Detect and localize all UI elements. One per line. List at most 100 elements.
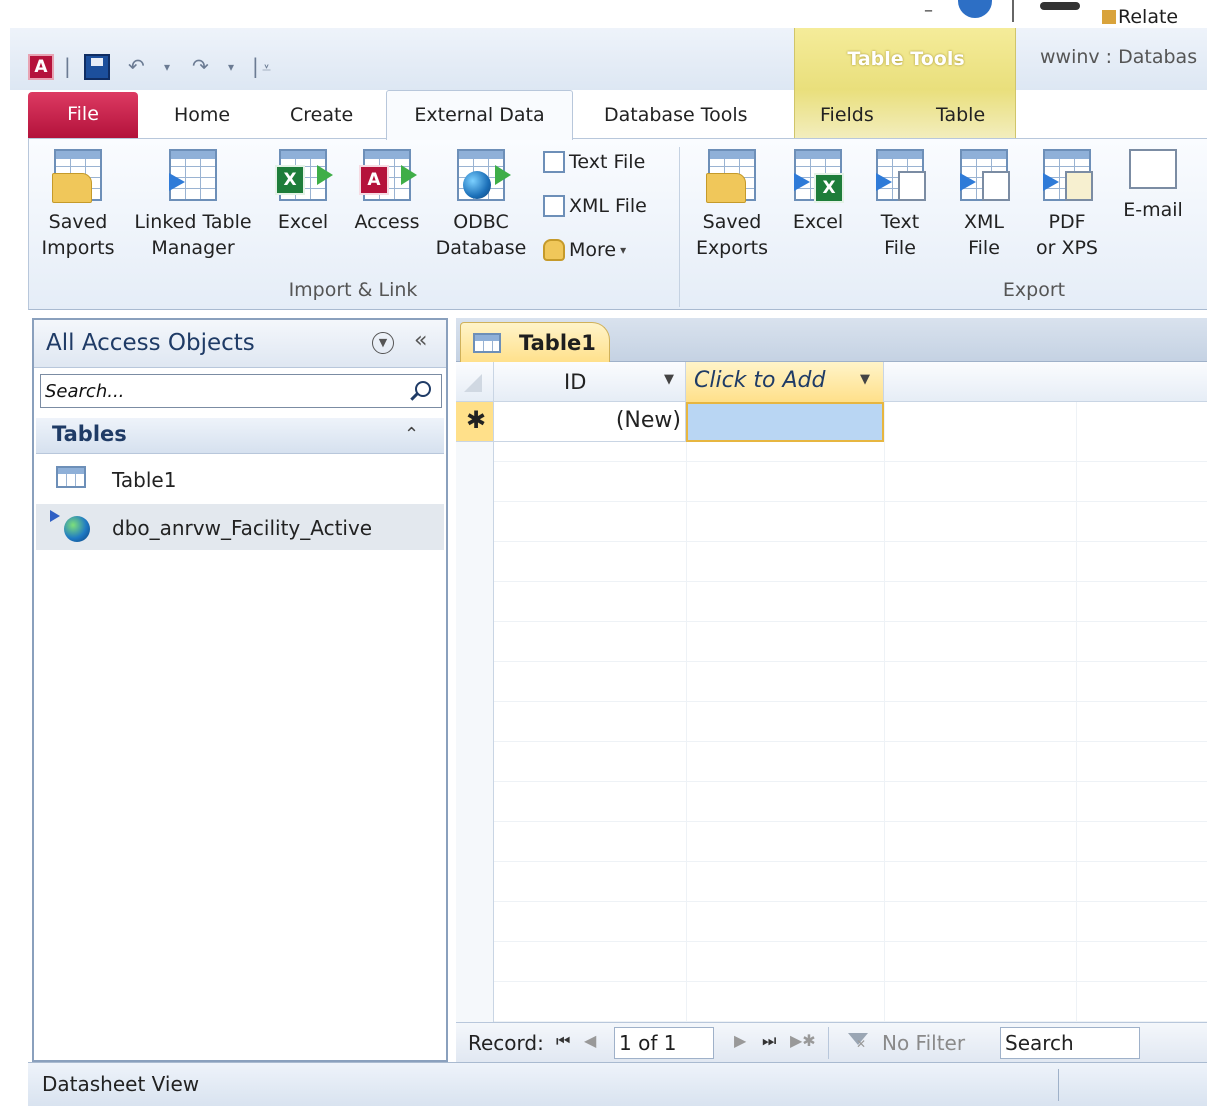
- export-excel-label: Excel: [792, 211, 844, 233]
- document-tab-table1[interactable]: Table1: [460, 322, 610, 363]
- window-control-icon[interactable]: [1040, 2, 1080, 10]
- export-xml-file-label-2: File: [968, 237, 1000, 259]
- record-navigation-bar: Record: ⏮ ◀ 1 of 1 ▶ ⏭ ▶✱ No Filter Sear…: [456, 1022, 1207, 1062]
- grid-column-line: [686, 362, 687, 1022]
- last-record-icon[interactable]: ⏭: [762, 1031, 776, 1051]
- document-tab-strip: Table1: [456, 318, 1207, 363]
- access-logo-icon[interactable]: A: [28, 54, 54, 80]
- cell-id-new[interactable]: (New): [494, 402, 686, 442]
- import-access-button[interactable]: A Access: [349, 149, 425, 235]
- tab-database-tools[interactable]: Database Tools: [594, 96, 758, 136]
- column-header-label: ID: [564, 370, 587, 394]
- nav-item-table1[interactable]: Table1: [36, 456, 444, 502]
- tab-external-data[interactable]: External Data: [386, 90, 573, 140]
- nav-header[interactable]: All Access Objects ▼ «: [34, 320, 446, 368]
- collapse-group-icon[interactable]: ⌃: [404, 424, 419, 445]
- text-file-icon: [543, 151, 565, 173]
- export-excel-icon: X: [794, 149, 844, 203]
- qat-separator: |: [64, 54, 71, 78]
- nav-search-box[interactable]: [40, 374, 442, 408]
- table-icon: [473, 333, 501, 353]
- redo-icon[interactable]: ↷: [192, 54, 209, 78]
- column-header-click-to-add[interactable]: Click to Add ▼: [686, 362, 884, 402]
- cell-click-to-add-selected[interactable]: [686, 402, 884, 442]
- no-filter-label[interactable]: No Filter: [882, 1031, 965, 1055]
- linked-table-manager-icon: [169, 149, 217, 201]
- import-text-file-button[interactable]: Text File: [543, 151, 645, 173]
- status-view-label: Datasheet View: [42, 1072, 200, 1096]
- tab-home[interactable]: Home: [164, 96, 240, 136]
- xml-file-icon: [543, 195, 565, 217]
- saved-exports-button[interactable]: Saved Exports: [689, 149, 775, 261]
- import-text-file-label: Text File: [569, 151, 646, 173]
- import-xml-file-button[interactable]: XML File: [543, 195, 647, 217]
- excel-icon: X: [275, 149, 333, 201]
- datasheet-grid[interactable]: ID ▼ Click to Add ▼ ✱ (New): [456, 362, 1207, 1022]
- cell-value: (New): [615, 408, 681, 433]
- nav-group-tables[interactable]: Tables ⌃: [36, 418, 444, 454]
- export-pdf-button[interactable]: PDF or XPS: [1029, 149, 1105, 261]
- new-record-marker: ✱: [466, 406, 487, 434]
- tab-table[interactable]: Table: [926, 96, 995, 136]
- nav-title[interactable]: All Access Objects: [46, 330, 255, 356]
- import-xml-file-label: XML File: [569, 195, 647, 217]
- linked-table-manager-button[interactable]: Linked Table Manager: [127, 149, 259, 261]
- previous-record-icon[interactable]: ◀: [584, 1031, 596, 1050]
- saved-exports-label-2: Exports: [695, 237, 769, 259]
- undo-icon[interactable]: ↶: [128, 54, 145, 78]
- select-all-button[interactable]: [456, 362, 494, 402]
- ribbon: Saved Imports Linked Table Manager X Exc…: [28, 138, 1207, 310]
- help-icon[interactable]: [958, 0, 992, 18]
- relationship-icon: [1102, 10, 1116, 24]
- odbc-database-icon: [457, 149, 511, 201]
- tab-file[interactable]: File: [28, 92, 138, 138]
- no-filter-icon[interactable]: [848, 1033, 870, 1053]
- first-record-icon[interactable]: ⏮: [556, 1031, 570, 1051]
- export-group-label: Export: [1002, 279, 1066, 301]
- tab-create[interactable]: Create: [280, 96, 363, 136]
- record-search-field[interactable]: Search: [1000, 1027, 1140, 1059]
- grid-column-line: [884, 362, 885, 1022]
- odbc-database-button[interactable]: ODBC Database: [433, 149, 529, 261]
- more-import-button[interactable]: More ▾: [543, 239, 626, 261]
- column-header-id[interactable]: ID ▼: [494, 362, 686, 402]
- export-text-file-icon: [876, 149, 926, 201]
- current-record-field[interactable]: 1 of 1: [614, 1027, 714, 1059]
- export-text-file-button[interactable]: Text File: [867, 149, 933, 261]
- saved-exports-label-1: Saved: [702, 211, 762, 233]
- linked-table-manager-label-1: Linked Table: [134, 211, 252, 233]
- chevron-down-icon[interactable]: ▼: [860, 372, 870, 387]
- nav-group-label: Tables: [52, 422, 127, 446]
- new-record-selector[interactable]: ✱: [456, 402, 494, 442]
- nav-item-linked-table[interactable]: dbo_anrvw_Facility_Active: [36, 504, 444, 550]
- nav-search-input[interactable]: [43, 377, 403, 405]
- export-text-file-label-2: File: [884, 237, 916, 259]
- saved-imports-label-1: Saved: [48, 211, 108, 233]
- more-icon: [543, 239, 565, 261]
- saved-imports-button[interactable]: Saved Imports: [35, 149, 121, 261]
- redo-dropdown-icon[interactable]: ▾: [228, 60, 234, 74]
- new-record-icon[interactable]: ▶✱: [790, 1031, 816, 1050]
- next-record-icon[interactable]: ▶: [734, 1031, 746, 1050]
- tab-fields[interactable]: Fields: [810, 96, 884, 136]
- pdf-xps-icon: [1043, 149, 1093, 201]
- email-button[interactable]: E-mail: [1117, 139, 1189, 223]
- save-icon[interactable]: [84, 54, 110, 80]
- minimize-icon[interactable]: –: [924, 0, 933, 21]
- separator: [1012, 0, 1014, 22]
- import-excel-button[interactable]: X Excel: [271, 149, 335, 235]
- export-xml-file-icon: [960, 149, 1010, 201]
- export-xml-file-button[interactable]: XML File: [951, 149, 1017, 261]
- export-excel-button[interactable]: X Excel: [785, 149, 851, 235]
- chevron-down-icon[interactable]: ▼: [372, 332, 394, 354]
- separator: [828, 1027, 829, 1059]
- top-strip: – Relate: [0, 0, 1207, 28]
- collapse-pane-icon[interactable]: «: [414, 328, 427, 353]
- relationships-button[interactable]: Relate: [1118, 6, 1178, 28]
- undo-dropdown-icon[interactable]: ▾: [164, 60, 170, 74]
- search-icon[interactable]: [415, 381, 431, 397]
- status-bar: Datasheet View: [28, 1062, 1207, 1106]
- chevron-down-icon[interactable]: ▼: [664, 372, 674, 387]
- customize-qat-icon[interactable]: ⩡: [262, 58, 271, 78]
- grid-column-line: [1076, 362, 1077, 1022]
